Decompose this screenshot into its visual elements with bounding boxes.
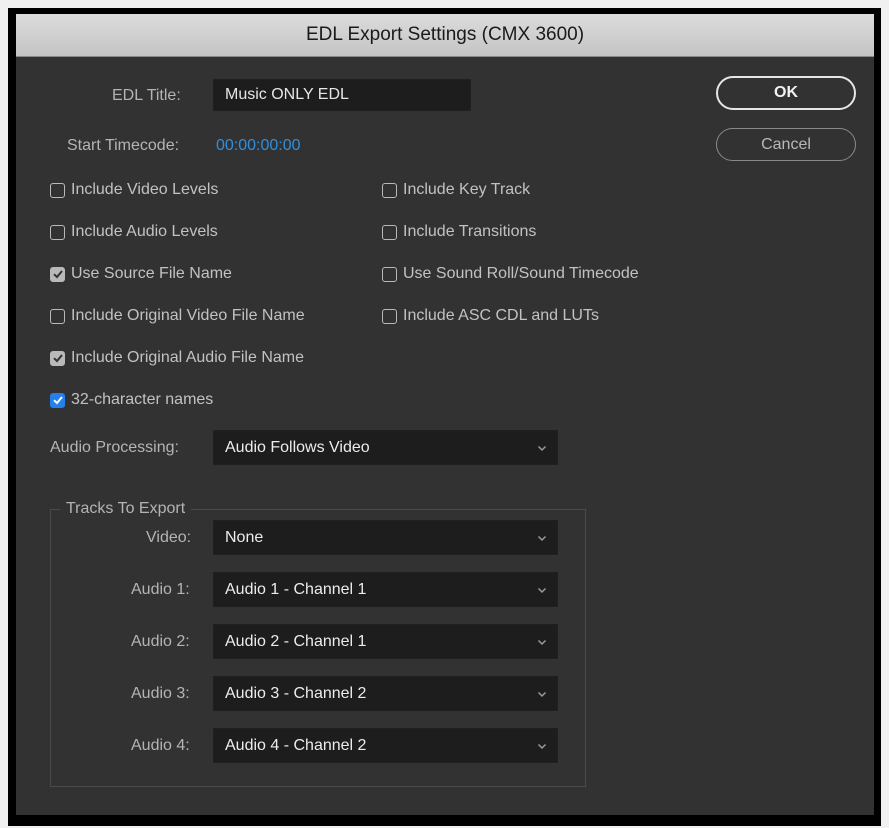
include-transitions-label: Include Transitions: [403, 223, 537, 240]
include-video-levels-checkbox[interactable]: Include Video Levels: [50, 181, 218, 199]
ok-button[interactable]: OK: [716, 76, 856, 110]
audio4-track-value: Audio 4 - Channel 2: [225, 736, 367, 754]
use-source-file-name-label: Use Source File Name: [71, 265, 232, 282]
audio-processing-label: Audio Processing:: [50, 439, 179, 456]
ok-button-label: OK: [774, 84, 798, 101]
video-track-select[interactable]: None: [213, 520, 558, 555]
edl-title-value: Music ONLY EDL: [225, 86, 349, 103]
audio-processing-select[interactable]: Audio Follows Video: [213, 430, 558, 465]
audio4-track-label: Audio 4:: [131, 737, 190, 754]
checkbox-unchecked-icon: [382, 308, 397, 324]
checkbox-unchecked-icon: [382, 182, 397, 198]
checkbox-unchecked-icon: [50, 308, 65, 324]
cancel-button-label: Cancel: [761, 135, 811, 153]
edl-title-input[interactable]: Music ONLY EDL: [213, 79, 471, 111]
chevron-down-icon: [537, 743, 547, 749]
include-audio-levels-checkbox[interactable]: Include Audio Levels: [50, 223, 218, 241]
audio1-track-value: Audio 1 - Channel 1: [225, 580, 367, 598]
thirty-two-character-names-checkbox[interactable]: 32-character names: [50, 391, 213, 409]
checkbox-unchecked-icon: [50, 224, 65, 240]
video-track-label: Video:: [146, 529, 192, 546]
include-original-audio-file-name-checkbox[interactable]: Include Original Audio File Name: [50, 349, 304, 367]
audio2-track-value: Audio 2 - Channel 1: [225, 632, 367, 650]
chevron-down-icon: [537, 535, 547, 541]
audio4-track-select[interactable]: Audio 4 - Channel 2: [213, 728, 558, 763]
include-key-track-label: Include Key Track: [403, 181, 531, 198]
audio1-track-label: Audio 1:: [131, 581, 190, 598]
checkmark-icon: [50, 392, 65, 408]
checkbox-unchecked-icon: [382, 266, 397, 282]
audio3-track-value: Audio 3 - Channel 2: [225, 684, 367, 702]
checkmark-icon: [50, 266, 65, 282]
include-asc-cdl-checkbox[interactable]: Include ASC CDL and LUTs: [382, 307, 599, 325]
include-key-track-checkbox[interactable]: Include Key Track: [382, 181, 530, 199]
audio3-track-select[interactable]: Audio 3 - Channel 2: [213, 676, 558, 711]
thirty-two-character-names-label: 32-character names: [71, 391, 214, 408]
edl-title-label: EDL Title:: [112, 87, 181, 104]
start-timecode-value[interactable]: 00:00:00:00: [216, 137, 301, 155]
cancel-button[interactable]: Cancel: [716, 128, 856, 161]
chevron-down-icon: [537, 639, 547, 645]
include-video-levels-label: Include Video Levels: [71, 181, 219, 198]
include-original-video-file-name-label: Include Original Video File Name: [71, 307, 305, 324]
audio1-track-select[interactable]: Audio 1 - Channel 1: [213, 572, 558, 607]
chevron-down-icon: [537, 445, 547, 451]
audio-processing-value: Audio Follows Video: [225, 438, 370, 456]
use-source-file-name-checkbox[interactable]: Use Source File Name: [50, 265, 232, 283]
include-original-video-file-name-checkbox[interactable]: Include Original Video File Name: [50, 307, 305, 325]
video-track-value: None: [225, 528, 264, 546]
audio2-track-label: Audio 2:: [131, 633, 190, 650]
tracks-to-export-title: Tracks To Export: [60, 500, 192, 518]
dialog-titlebar: EDL Export Settings (CMX 3600): [16, 14, 874, 57]
include-asc-cdl-label: Include ASC CDL and LUTs: [403, 307, 599, 324]
chevron-down-icon: [537, 587, 547, 593]
include-transitions-checkbox[interactable]: Include Transitions: [382, 223, 536, 241]
use-sound-roll-label: Use Sound Roll/Sound Timecode: [403, 265, 639, 282]
include-audio-levels-label: Include Audio Levels: [71, 223, 218, 240]
use-sound-roll-checkbox[interactable]: Use Sound Roll/Sound Timecode: [382, 265, 639, 283]
dialog-body: EDL Title: Music ONLY EDL Start Timecode…: [16, 57, 874, 815]
chevron-down-icon: [537, 691, 547, 697]
checkmark-icon: [50, 350, 65, 366]
start-timecode-label: Start Timecode:: [67, 137, 180, 154]
audio2-track-select[interactable]: Audio 2 - Channel 1: [213, 624, 558, 659]
audio3-track-label: Audio 3:: [131, 685, 190, 702]
checkbox-unchecked-icon: [50, 182, 65, 198]
include-original-audio-file-name-label: Include Original Audio File Name: [71, 349, 305, 366]
dialog-title: EDL Export Settings (CMX 3600): [305, 24, 585, 45]
checkbox-unchecked-icon: [382, 224, 397, 240]
